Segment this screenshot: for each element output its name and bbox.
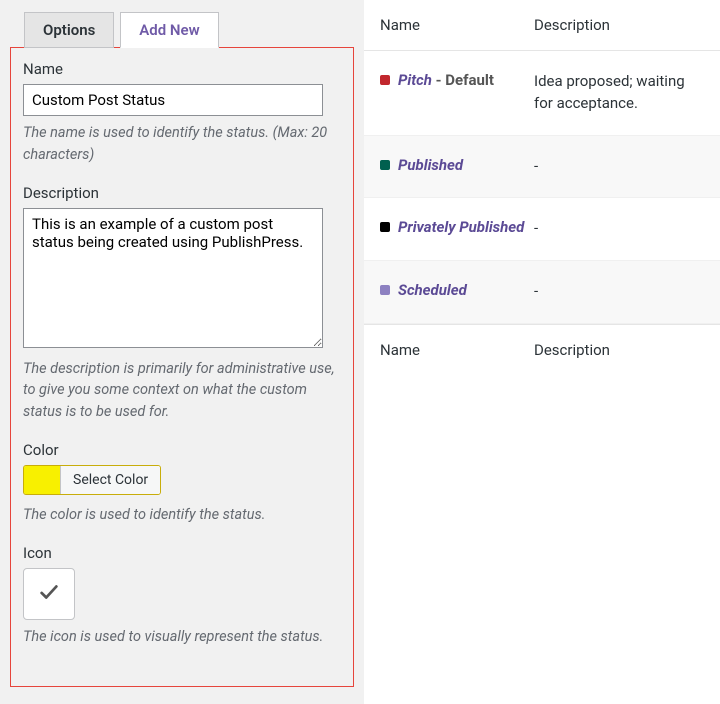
status-name-link[interactable]: Privately Published [398,218,524,236]
color-label: Color [23,441,341,459]
icon-picker[interactable] [23,568,75,620]
tab-options[interactable]: Options [24,12,114,48]
table-row: Published - [364,136,720,199]
table-row: Scheduled - [364,261,720,324]
status-name-link[interactable]: Published [398,156,463,174]
table-row: Privately Published - [364,198,720,261]
table-header-name: Name [380,16,534,34]
table-footer-description: Description [534,341,704,359]
status-name-link[interactable]: Pitch [398,71,432,89]
status-color-dot [380,285,390,295]
check-icon [38,581,60,607]
select-color-button[interactable]: Select Color [60,466,160,494]
icon-label: Icon [23,544,341,562]
description-label: Description [23,184,341,202]
tab-add-new[interactable]: Add New [120,12,218,48]
status-description: Idea proposed; waiting for acceptance. [534,71,704,115]
status-color-dot [380,222,390,232]
status-description: - [534,156,704,178]
status-description: - [534,218,704,240]
status-default-badge: - Default [432,71,494,89]
name-label: Name [23,60,341,78]
status-color-dot [380,75,390,85]
icon-hint: The icon is used to visually represent t… [23,626,341,648]
table-header-description: Description [534,16,704,34]
color-swatch[interactable] [24,466,60,494]
table-row: Pitch - Default Idea proposed; waiting f… [364,51,720,136]
name-hint: The name is used to identify the status.… [23,122,341,166]
name-input[interactable] [23,84,323,116]
table-footer-name: Name [380,341,534,359]
status-table: Name Description Pitch - Default Idea pr… [364,0,720,704]
description-hint: The description is primarily for adminis… [23,358,341,423]
status-description: - [534,281,704,303]
status-name-link[interactable]: Scheduled [398,281,467,299]
color-hint: The color is used to identify the status… [23,504,341,526]
description-input[interactable] [23,208,323,348]
status-color-dot [380,160,390,170]
add-new-form: Name The name is used to identify the st… [10,47,354,687]
